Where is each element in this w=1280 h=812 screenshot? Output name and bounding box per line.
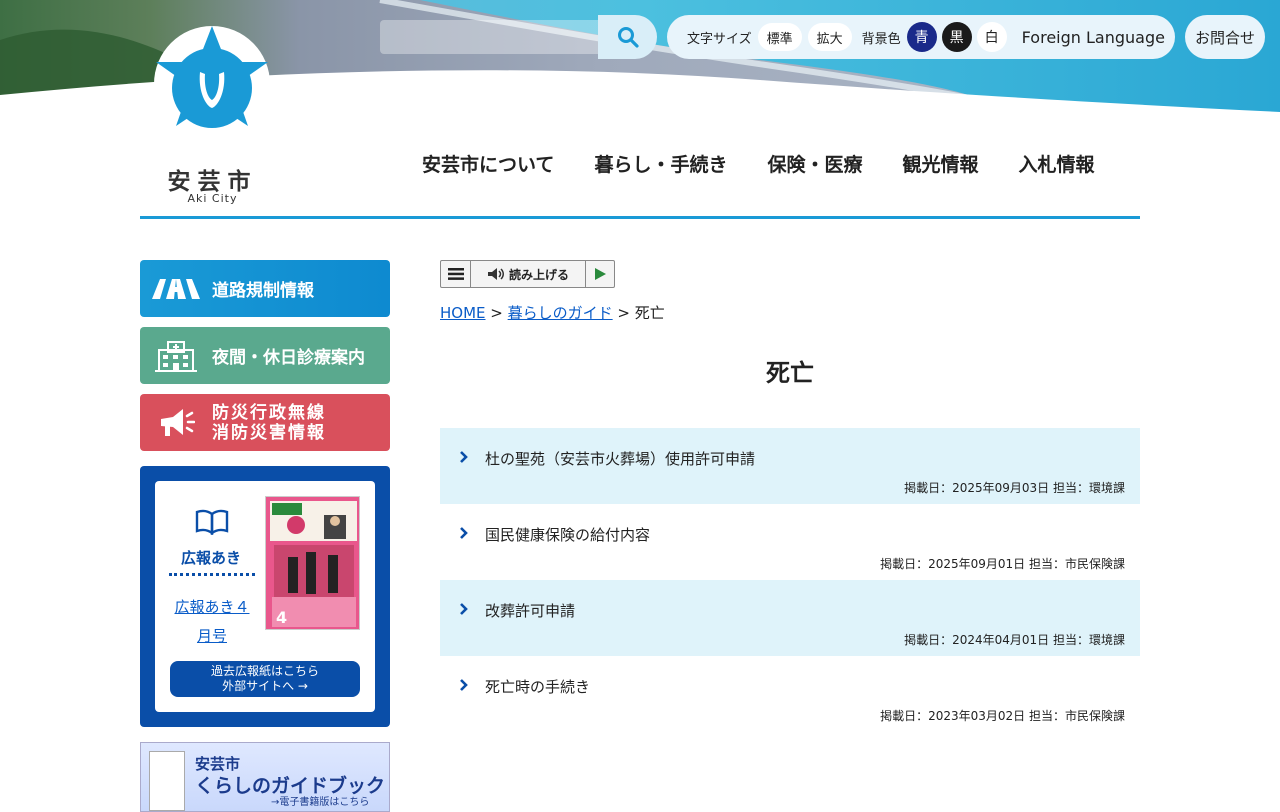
list-item-meta: 掲載日：2025年09月01日 担当：市民保険課 [880,557,1125,571]
guidebook-line3: →電子書籍版はこちら [271,797,370,808]
kouhou-latest-link[interactable]: 広報あき４ 月号 [169,593,255,651]
kouhou-cover-image[interactable]: 4 [265,496,360,630]
past-issues-button[interactable]: 過去広報紙はこちら 外部サイトへ → [170,661,360,697]
city-name-en: Aki City [187,192,238,205]
chevron-right-icon [460,527,468,539]
breadcrumb: HOME > 暮らしのガイド > 死亡 [440,302,1140,323]
play-icon [595,268,606,280]
sidebar: 道路規制情報 夜間・休日診療案内 防災行政無線 消防災害情報 広報あき 広報あき… [140,260,390,812]
road-info-label: 道路規制情報 [212,281,314,301]
breadcrumb-sep: > [485,304,508,322]
list-item-link[interactable]: 国民健康保険の給付内容 [485,524,650,545]
chevron-right-icon [460,451,468,463]
list-item: 国民健康保険の給付内容 掲載日：2025年09月01日 担当：市民保険課 [440,504,1140,580]
kouhou-title: 広報あき [180,549,241,567]
chevron-right-icon [460,679,468,691]
global-nav: 安芸市について 暮らし・手続き 保険・医療 観光情報 入札情報 [402,150,1115,177]
past-issues-line1: 過去広報紙はこちら [210,664,319,678]
gnav-bidding[interactable]: 入札情報 [1018,150,1094,177]
list-item-link[interactable]: 死亡時の手続き [485,676,590,697]
bg-black-button[interactable]: 黒 [941,22,972,52]
kouhou-link-line2: 月号 [196,627,227,645]
past-issues-line2: 外部サイトへ → [222,679,308,693]
list-item-link[interactable]: 杜の聖苑（安芸市火葬場）使用許可申請 [485,448,755,469]
city-emblem-icon [154,26,270,142]
read-aloud-menu-button[interactable] [441,261,471,287]
disaster-line1: 防災行政無線 [212,402,326,423]
contact-button[interactable]: お問合せ [1185,15,1265,59]
article-list: 杜の聖苑（安芸市火葬場）使用許可申請 掲載日：2025年09月03日 担当：環境… [440,428,1140,732]
site-search [380,15,657,59]
read-aloud-button[interactable]: 読み上げる [471,261,586,287]
road-info-button[interactable]: 道路規制情報 [140,260,390,317]
megaphone-icon [161,408,195,436]
header-divider [140,216,1140,219]
guidebook-banner[interactable]: 安芸市 くらしのガイドブック →電子書籍版はこちら [140,742,390,812]
guidebook-thumbnail [149,751,185,811]
disaster-info-button[interactable]: 防災行政無線 消防災害情報 [140,394,390,451]
read-aloud-label: 読み上げる [508,267,569,282]
night-clinic-button[interactable]: 夜間・休日診療案内 [140,327,390,384]
breadcrumb-parent[interactable]: 暮らしのガイド [508,304,613,322]
kouhou-link-line1: 広報あき４ [174,598,250,616]
gnav-about[interactable]: 安芸市について [422,150,554,177]
foreign-language-link[interactable]: Foreign Language [1022,28,1165,47]
svg-text:4: 4 [276,608,287,627]
list-item-link[interactable]: 改葬許可申請 [485,600,575,621]
main-content: 読み上げる HOME > 暮らしのガイド > 死亡 死亡 杜の聖苑（安芸市火葬場… [440,260,1140,732]
play-button[interactable] [586,261,614,287]
breadcrumb-sep: > [612,304,635,322]
read-aloud-bar: 読み上げる [440,260,615,288]
kouhou-panel: 広報あき 広報あき４ 月号 4 過去広報紙はこちら 外部サイトへ → [140,466,390,727]
page-title: 死亡 [766,359,814,387]
list-item: 杜の聖苑（安芸市火葬場）使用許可申請 掲載日：2025年09月03日 担当：環境… [440,428,1140,504]
breadcrumb-home[interactable]: HOME [440,304,486,322]
bg-blue-button[interactable]: 青 [906,22,937,52]
bg-white-button[interactable]: 白 [976,22,1007,52]
hospital-icon [155,340,197,372]
kouhou-divider [169,573,255,576]
bg-color-label: 背景色 [861,31,901,47]
kouhou-card: 広報あき 広報あき４ 月号 4 過去広報紙はこちら 外部サイトへ → [155,481,375,712]
list-item-meta: 掲載日：2025年09月03日 担当：環境課 [904,481,1125,495]
city-name: 安芸市 [167,169,258,195]
menu-icon [447,268,464,280]
speaker-icon [487,268,504,280]
road-icon [152,278,200,299]
disaster-line2: 消防災害情報 [212,422,326,443]
cover-photo: 4 [266,497,359,629]
night-clinic-label: 夜間・休日診療案内 [212,348,365,368]
font-size-label: 文字サイズ [687,31,752,47]
search-button[interactable] [598,15,657,59]
list-item-meta: 掲載日：2024年04月01日 担当：環境課 [904,633,1125,647]
search-input[interactable] [380,20,598,54]
gnav-living[interactable]: 暮らし・手続き [594,150,727,177]
gnav-tourism[interactable]: 観光情報 [902,150,978,177]
list-item: 死亡時の手続き 掲載日：2023年03月02日 担当：市民保険課 [440,656,1140,732]
utility-bar: 文字サイズ 標準 拡大 背景色 青 黒 白 Foreign Language [667,15,1175,59]
site-logo[interactable]: 安芸市 Aki City [140,22,285,207]
book-icon [195,509,229,535]
breadcrumb-current: 死亡 [634,304,665,322]
list-item: 改葬許可申請 掲載日：2024年04月01日 担当：環境課 [440,580,1140,656]
font-standard-button[interactable]: 標準 [757,23,802,51]
search-icon [617,27,639,48]
list-item-meta: 掲載日：2023年03月02日 担当：市民保険課 [880,709,1125,723]
font-large-button[interactable]: 拡大 [807,23,852,51]
gnav-insurance[interactable]: 保険・医療 [767,150,862,177]
chevron-right-icon [460,603,468,615]
